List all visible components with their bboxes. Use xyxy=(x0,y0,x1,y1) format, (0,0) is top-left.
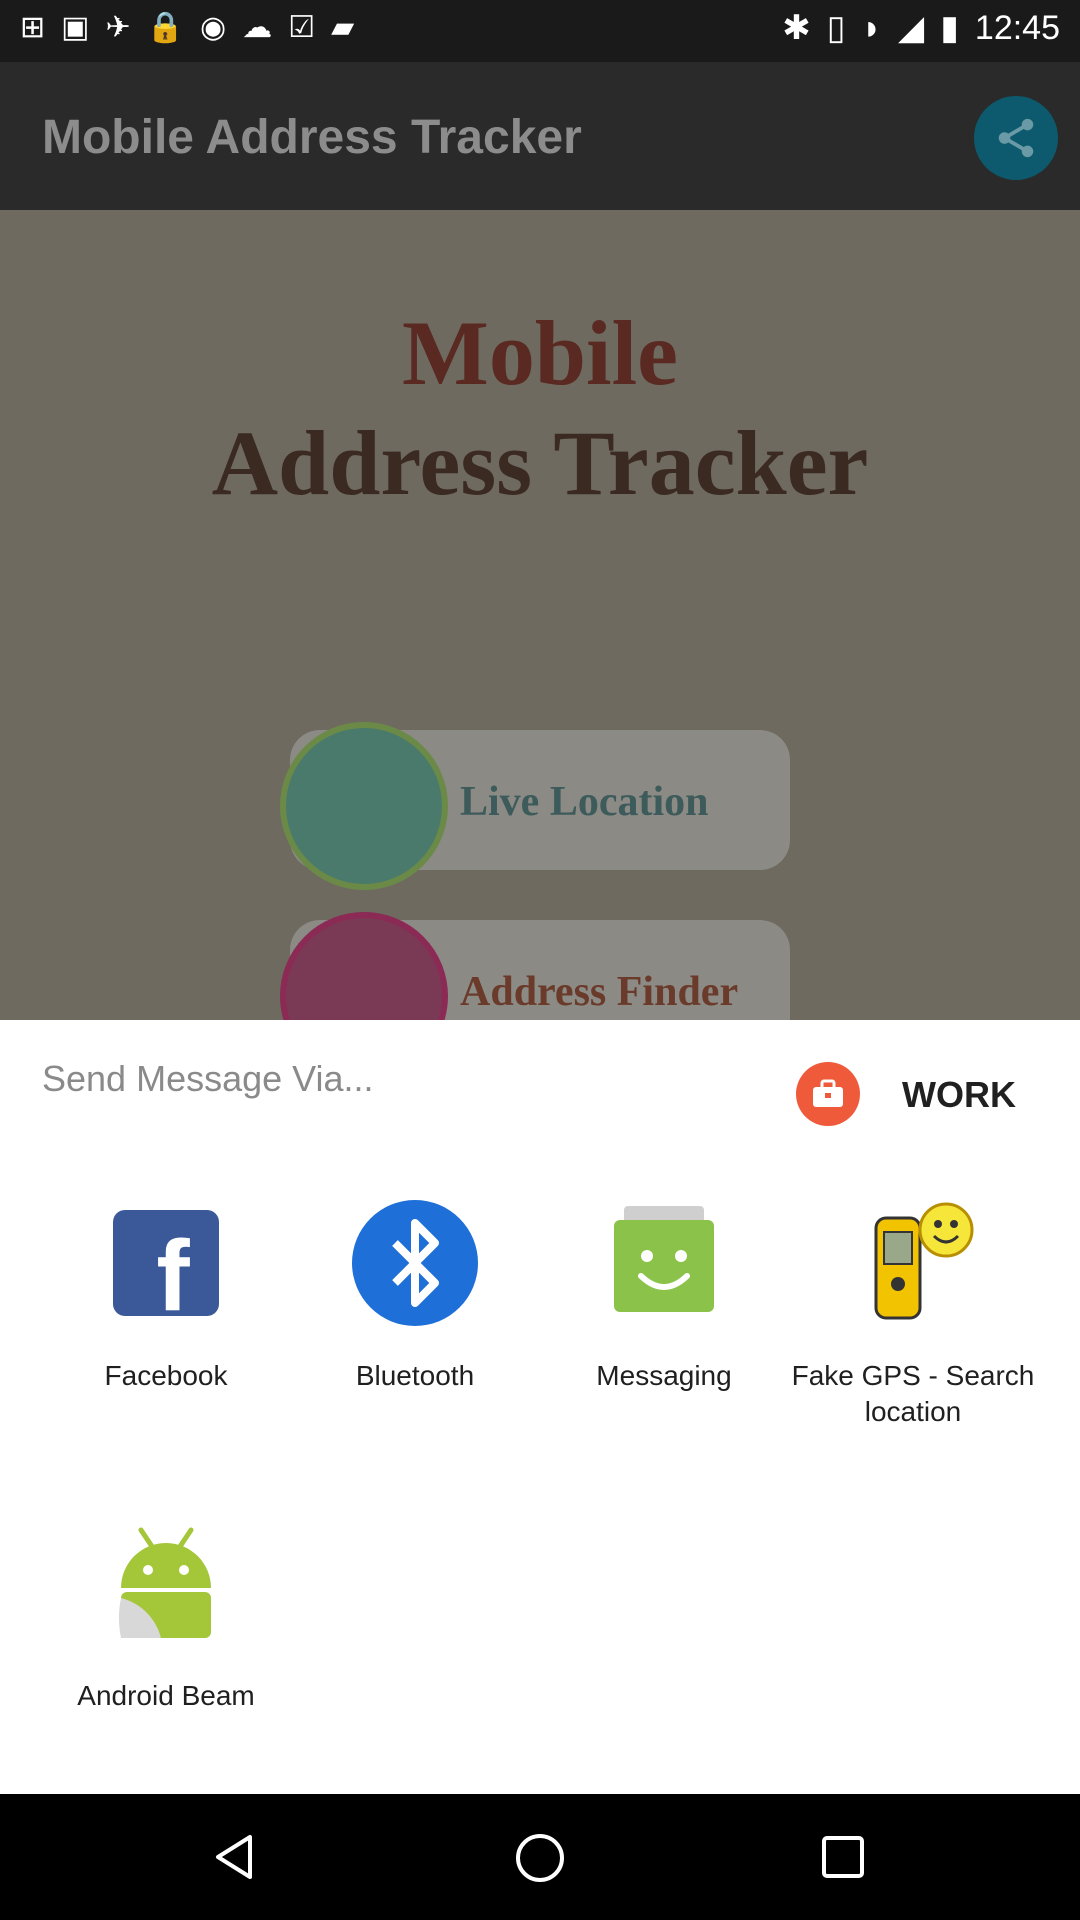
home-icon xyxy=(516,1834,564,1882)
share-target-facebook[interactable]: f Facebook xyxy=(41,1198,291,1394)
share-button[interactable] xyxy=(974,96,1058,180)
share-target-fake-gps[interactable]: Fake GPS - Search location xyxy=(788,1198,1038,1430)
cloud-icon: ☁ xyxy=(242,11,273,44)
work-profile-icon[interactable] xyxy=(796,1062,860,1126)
live-location-label: Live Location xyxy=(460,779,709,825)
back-icon xyxy=(216,1835,252,1879)
clock: 12:45 xyxy=(974,8,1060,47)
messaging-icon xyxy=(599,1198,729,1328)
battery-icon: ▮ xyxy=(940,9,959,47)
bluetooth-label: Bluetooth xyxy=(355,1360,475,1391)
recents-button[interactable] xyxy=(818,1832,868,1887)
address-finder-label: Address Finder xyxy=(460,969,739,1015)
share-icon xyxy=(998,118,1034,158)
main-content: Mobile Address Tracker Live Location Add… xyxy=(0,210,1080,1020)
map-pin-icon xyxy=(280,722,448,890)
svg-text:f: f xyxy=(156,1220,190,1328)
share-target-bluetooth[interactable]: Bluetooth xyxy=(290,1198,540,1394)
satellite-icon: ✈ xyxy=(105,11,131,44)
app-title: Mobile Address Tracker xyxy=(42,111,582,164)
house-icon xyxy=(280,912,448,1020)
image-icon: ▣ xyxy=(61,11,90,44)
signal-icon: ◢ xyxy=(898,9,925,47)
address-finder-button[interactable]: Address Finder xyxy=(280,912,790,1020)
live-location-button[interactable]: Live Location xyxy=(280,722,790,890)
share-sheet: Send Message Via... WORK f Facebook Blue… xyxy=(0,1020,1080,1794)
system-icons: ✱ ▯ ◗ ◢ ▮ 12:45 xyxy=(782,8,1060,48)
android-beam-label: Android Beam xyxy=(77,1680,255,1711)
folder-icon: ▰ xyxy=(331,11,355,44)
bluetooth-icon: ✱ xyxy=(782,9,811,47)
home-button[interactable] xyxy=(514,1832,566,1889)
notification-icons: ⊞ ▣ ✈ 🔒 ◉ ☁ ☑ ▰ xyxy=(20,10,354,45)
vibrate-icon: ▯ xyxy=(826,9,846,47)
logo-line-1: Mobile xyxy=(402,302,678,404)
facebook-icon: f xyxy=(101,1198,231,1332)
facebook-label: Facebook xyxy=(104,1360,228,1391)
app-bar: Mobile Address Tracker xyxy=(0,62,1080,210)
fake-gps-label: Fake GPS - Search location xyxy=(791,1360,1035,1427)
share-sheet-title: Send Message Via... xyxy=(42,1058,374,1099)
logo-line-2: Address Tracker xyxy=(211,412,869,514)
check-icon: ☑ xyxy=(288,11,316,44)
back-button[interactable] xyxy=(210,1832,260,1887)
messaging-label: Messaging xyxy=(596,1360,732,1391)
fake-gps-icon xyxy=(848,1198,978,1328)
share-target-android-beam[interactable]: Android Beam xyxy=(41,1518,291,1714)
recents-icon xyxy=(822,1836,864,1878)
lock-icon: 🔒 xyxy=(146,11,184,44)
message-icon: ◉ xyxy=(200,11,227,44)
navigation-bar xyxy=(0,1794,1080,1920)
share-target-messaging[interactable]: Messaging xyxy=(539,1198,789,1394)
work-tab[interactable]: WORK xyxy=(902,1074,1016,1116)
app-icon: ⊞ xyxy=(20,11,46,44)
wifi-icon: ◗ xyxy=(861,8,883,47)
status-bar: ⊞ ▣ ✈ 🔒 ◉ ☁ ☑ ▰ ✱ ▯ ◗ ◢ ▮ 12:45 xyxy=(0,0,1080,62)
bluetooth-app-icon xyxy=(350,1198,480,1328)
android-beam-icon xyxy=(101,1518,231,1648)
briefcase-icon xyxy=(813,1079,843,1107)
